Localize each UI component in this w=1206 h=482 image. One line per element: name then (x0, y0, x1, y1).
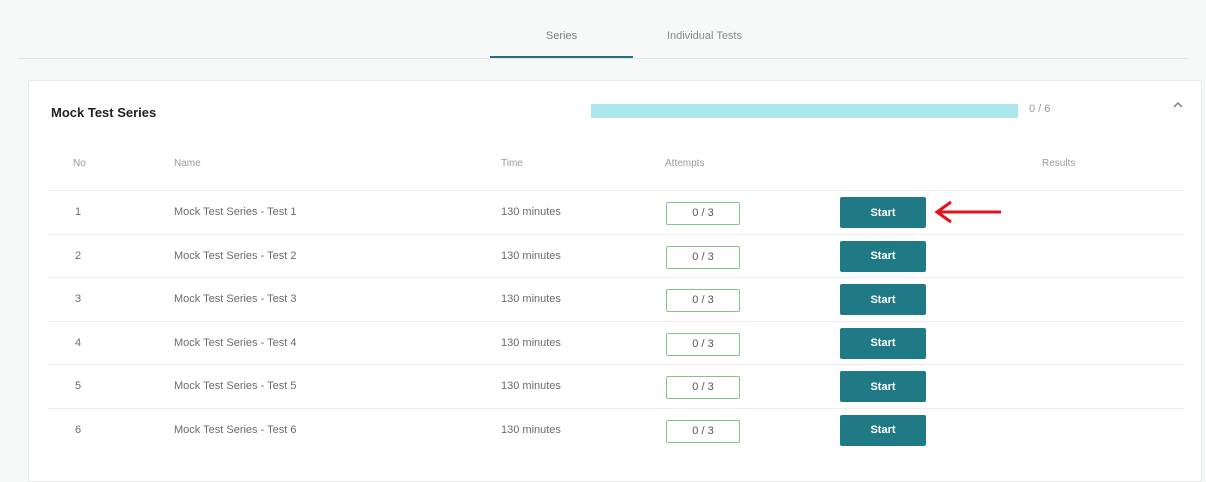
start-button[interactable]: Start (840, 240, 926, 272)
test-name: Mock Test Series - Test 2 (174, 249, 297, 262)
test-time: 130 minutes (501, 293, 561, 305)
start-button[interactable]: Start (840, 284, 926, 315)
tab-bar: Series Individual Tests (18, 0, 1188, 59)
test-time: 130 minutes (501, 206, 561, 218)
start-button[interactable]: Start (840, 414, 926, 446)
tab-series[interactable]: Series (490, 0, 633, 57)
test-time: 130 minutes (501, 336, 561, 349)
attempts-count: 0 / 3 (666, 202, 740, 225)
attempts-count: 0 / 3 (666, 245, 740, 269)
table-row: 2 Mock Test Series - Test 2 130 minutes 0 /… (48, 233, 1184, 278)
tab-individual-tests[interactable]: Individual Tests (633, 0, 776, 57)
attempts-count: 0 / 3 (666, 419, 740, 443)
row-number: 4 (75, 336, 82, 349)
table-row: 5 Mock Test Series - Test 5 130 minutes 0 /… (48, 364, 1184, 408)
active-tab-indicator (490, 56, 633, 58)
test-name: Mock Test Series - Test 5 (174, 380, 297, 392)
series-progress-bar (591, 104, 1018, 118)
start-button[interactable]: Start (840, 197, 926, 228)
test-time: 130 minutes (501, 380, 561, 392)
row-number: 6 (75, 423, 82, 436)
test-time: 130 minutes (501, 423, 561, 436)
test-name: Mock Test Series - Test 3 (174, 293, 297, 305)
series-title: Mock Test Series (51, 105, 157, 120)
row-number: 1 (75, 206, 82, 218)
test-name: Mock Test Series - Test 4 (174, 336, 297, 349)
test-name: Mock Test Series - Test 6 (174, 423, 297, 436)
row-number: 5 (75, 380, 82, 392)
start-button[interactable]: Start (840, 327, 926, 359)
table-row: 3 Mock Test Series - Test 3 130 minutes 0 /… (48, 277, 1184, 321)
test-time: 130 minutes (501, 249, 561, 262)
red-arrow-icon (934, 200, 1001, 224)
table-row: 4 Mock Test Series - Test 4 130 minutes 0 /… (48, 320, 1184, 365)
row-number: 3 (75, 293, 82, 305)
attempts-count: 0 / 3 (666, 289, 740, 312)
table-row: 6 Mock Test Series - Test 6 130 minutes 0 /… (48, 407, 1184, 452)
column-header-no: No (73, 158, 86, 169)
column-header-attempts: Attempts (665, 158, 705, 169)
column-header-name: Name (174, 158, 201, 169)
series-progress-text: 0 / 6 (1029, 103, 1051, 115)
attempts-count: 0 / 3 (666, 376, 740, 399)
attempts-count: 0 / 3 (666, 332, 740, 356)
start-button[interactable]: Start (840, 371, 926, 402)
chevron-up-icon[interactable] (1169, 98, 1187, 116)
row-number: 2 (75, 249, 82, 262)
test-name: Mock Test Series - Test 1 (174, 206, 297, 218)
series-card: Mock Test Series 0 / 6 No Name Time Atte… (28, 80, 1202, 482)
table-row: 1 Mock Test Series - Test 1 130 minutes 0 /… (48, 190, 1184, 234)
column-header-results: Results (1042, 158, 1076, 169)
column-header-time: Time (501, 158, 523, 169)
